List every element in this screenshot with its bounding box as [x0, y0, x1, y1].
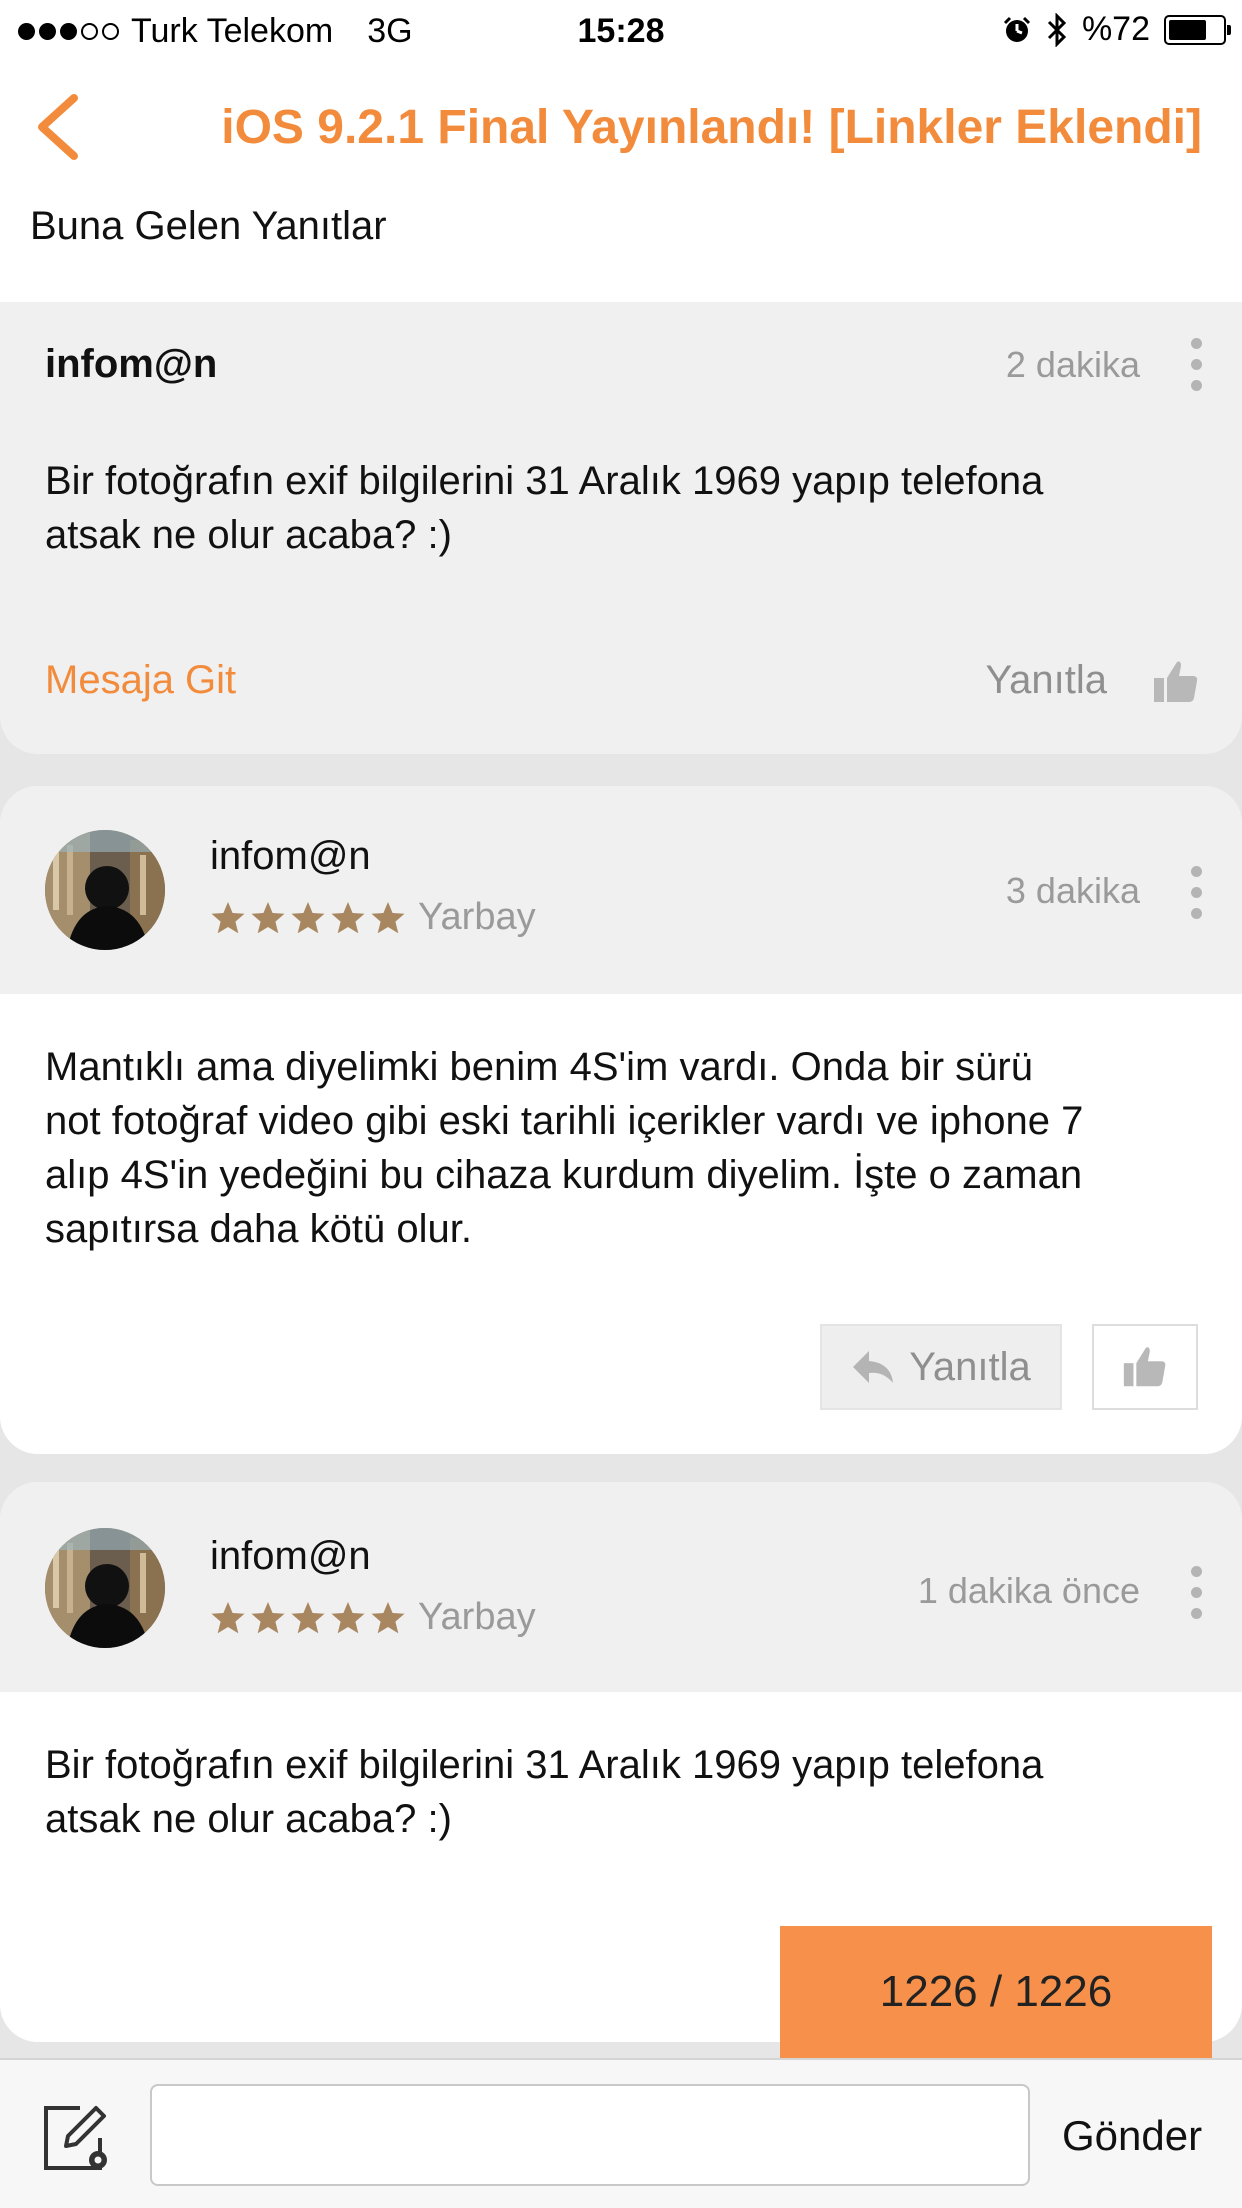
avatar[interactable]: [45, 830, 165, 950]
battery-percent: %72: [1081, 10, 1150, 48]
battery-icon: [1164, 14, 1231, 45]
star-icon: [370, 900, 406, 936]
page-title: iOS 9.2.1 Final Yayınlandı! [Linkler Ekl…: [221, 101, 1202, 154]
nav-bar: iOS 9.2.1 Final Yayınlandı! [Linkler Ekl…: [0, 62, 1242, 192]
user-rank: Yarbay: [418, 1596, 536, 1638]
reply-button[interactable]: Yanıtla: [820, 1324, 1062, 1410]
composer-bar: Gönder: [0, 2058, 1242, 2208]
star-icon: [210, 1600, 246, 1636]
page-counter[interactable]: 1226 / 1226: [780, 1926, 1212, 2058]
star-icon: [210, 900, 246, 936]
more-options-icon[interactable]: [1190, 338, 1202, 391]
goto-message-link[interactable]: Mesaja Git: [45, 658, 236, 703]
more-options-icon[interactable]: [1190, 1566, 1202, 1619]
post-time: 2 dakika: [1005, 344, 1140, 385]
alarm-icon: [1003, 16, 1030, 42]
send-button[interactable]: Gönder: [1062, 2112, 1202, 2160]
section-header: Buna Gelen Yanıtlar: [0, 192, 1242, 302]
star-icon: [330, 1600, 366, 1636]
star-icon: [250, 1600, 286, 1636]
reply-time: 3 dakika: [1005, 870, 1140, 911]
status-bar: Turk Telekom 3G 15:28 %72: [0, 0, 1242, 62]
star-icon: [250, 900, 286, 936]
chevron-left-icon[interactable]: [30, 92, 90, 162]
reply-message: Mantıklı ama diyelimki benim 4S'im vardı…: [45, 1045, 1084, 1251]
message-input[interactable]: [150, 2084, 1030, 2186]
avatar[interactable]: [45, 1528, 165, 1648]
compose-settings-icon[interactable]: [40, 2102, 112, 2174]
post-author: infom@n: [45, 342, 218, 386]
user-rank: Yarbay: [418, 896, 536, 938]
like-button[interactable]: [1092, 1324, 1198, 1410]
reply-author: infom@n: [210, 1534, 371, 1578]
thumbs-up-icon[interactable]: [1150, 656, 1202, 708]
reply-arrow-icon: [853, 1351, 894, 1383]
reply-link[interactable]: Yanıtla: [985, 658, 1107, 703]
star-icon: [370, 1600, 406, 1636]
bluetooth-icon: [1047, 12, 1067, 47]
reply-author: infom@n: [210, 834, 371, 878]
reply-card: infom@n Yarbay 3 dakika Mantıklı ama diy…: [0, 786, 1242, 1454]
rating-stars: Yarbay: [210, 896, 536, 939]
section-title: Buna Gelen Yanıtlar: [30, 204, 387, 248]
thumbs-up-icon: [1123, 1347, 1166, 1387]
star-icon: [290, 1600, 326, 1636]
reply-message: Bir fotoğrafın exif bilgilerini 31 Aralı…: [45, 1743, 1044, 1841]
reply-time: 1 dakika önce: [917, 1570, 1140, 1611]
rating-stars: Yarbay: [210, 1596, 536, 1639]
more-options-icon[interactable]: [1190, 866, 1202, 919]
star-icon: [330, 900, 366, 936]
star-icon: [290, 900, 326, 936]
quoted-post-card: infom@n 2 dakika Bir fotoğrafın exif bil…: [0, 302, 1242, 754]
post-message: Bir fotoğrafın exif bilgilerini 31 Aralı…: [45, 459, 1044, 557]
